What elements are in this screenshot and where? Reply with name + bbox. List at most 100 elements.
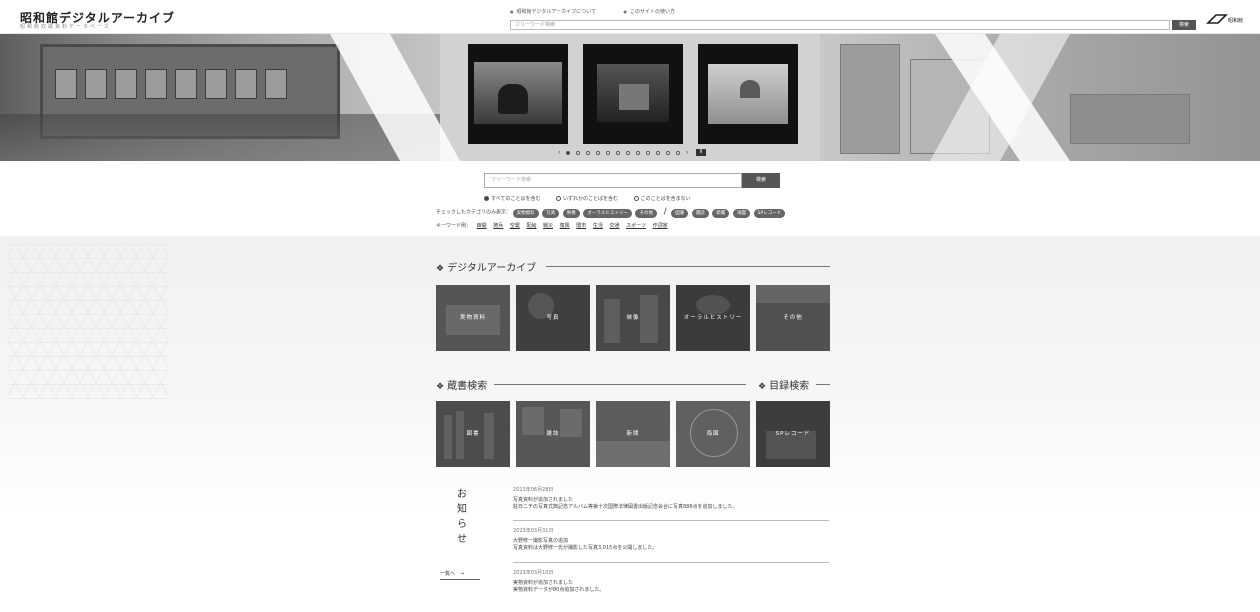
slide-dot[interactable] (666, 151, 670, 155)
slide-thumb-1[interactable] (468, 44, 568, 144)
keyword-link[interactable]: 戦災 (543, 223, 553, 229)
slide-dot[interactable] (626, 151, 630, 155)
radio-unchecked-icon (633, 196, 639, 201)
howto-link[interactable]: このサイトの使い方 (624, 9, 676, 15)
catalog-heading: 目録検索 (758, 377, 809, 392)
category-filter-row: チェックしたカテゴリのみ表示： 実物資料 写真 映像 オーラルヒストリー その他… (436, 207, 787, 218)
slide-thumb-3[interactable] (698, 44, 798, 144)
tile-eizo[interactable]: 映像 (596, 285, 670, 351)
slide-dot[interactable] (676, 151, 680, 155)
tile-label: 新聞 (626, 431, 640, 437)
slide-dot[interactable] (596, 151, 600, 155)
chip-jitsubutsu[interactable]: 実物資料 (512, 208, 539, 218)
site-header: 昭和館デジタルアーカイブ 昭和館収蔵資料データベース 昭和館デジタルアーカイブに… (0, 0, 1260, 34)
news-headline: 写真資料が追加されました (513, 497, 574, 503)
header-search-button[interactable]: 検索 (1172, 20, 1196, 30)
tile-sonota[interactable]: その他 (756, 285, 830, 351)
search-mode-radios: すべてのことばを含む いずれかのことばを含む このことばを含まない (484, 195, 705, 202)
news-headline: 大野修一撮影写真の追加 (513, 538, 569, 544)
tile-kaizu[interactable]: 海図 (676, 401, 750, 467)
slide-dot[interactable] (656, 151, 660, 155)
radio-exclude[interactable]: このことばを含まない (633, 196, 691, 202)
slide-dot[interactable] (606, 151, 610, 155)
tile-label: 実物資料 (459, 315, 486, 321)
news-more-link[interactable]: 一覧へ → (440, 570, 480, 580)
page: 昭和館デジタルアーカイブ 昭和館収蔵資料データベース 昭和館デジタルアーカイブに… (0, 0, 1260, 612)
keyword-link[interactable]: 空襲 (510, 223, 520, 229)
tile-label: 写真 (546, 315, 560, 321)
radio-all[interactable]: すべてのことばを含む (484, 196, 540, 202)
chip-kaizu[interactable]: 海図 (733, 208, 750, 218)
chip-oral-history[interactable]: オーラルヒストリー (583, 208, 632, 218)
radio-checked-icon (484, 196, 489, 201)
news-headline: 実物資料が追加されました (513, 580, 574, 586)
background-pattern (8, 244, 168, 399)
tile-label: 映像 (626, 315, 640, 321)
slide-dot[interactable] (586, 151, 590, 155)
main-search-input[interactable]: フリーワード検索 (484, 173, 742, 188)
chip-sp-record[interactable]: SPレコード (753, 208, 786, 218)
keyword-link[interactable]: 配給 (526, 223, 536, 229)
category-divider: / (663, 207, 667, 217)
chip-tosho[interactable]: 図書 (671, 208, 689, 218)
keyword-examples: キーワード例： 疎開 徴兵 空襲 配給 戦災 復興 闇市 生活 交通 スポーツ … (436, 222, 673, 229)
tile-oral-history[interactable]: オーラルヒストリー (676, 285, 750, 351)
news-item[interactable]: 2023年06月28日 写真資料が追加されました 駐日ニチの写真式典記念アルバム… (513, 487, 829, 511)
library-heading: 蔵書検索 (436, 377, 487, 392)
category-label: チェックしたカテゴリのみ表示： (436, 209, 512, 216)
heading-rule (546, 266, 830, 267)
tile-shashin[interactable]: 写真 (516, 285, 590, 351)
slide-dot[interactable] (576, 151, 580, 155)
about-link[interactable]: 昭和館デジタルアーカイブについて (510, 9, 596, 15)
chip-shashin[interactable]: 写真 (542, 208, 560, 218)
main-search-button[interactable]: 検索 (742, 173, 780, 188)
pause-button[interactable]: II (696, 149, 706, 156)
news-body: 写真資料は大野修一氏が撮影した写真3,015点を公開しました。 (513, 545, 658, 551)
tile-sp-record[interactable]: SPレコード (756, 401, 830, 467)
tile-jitsubutsu[interactable]: 実物資料 (436, 285, 510, 351)
keyword-link[interactable]: 復興 (560, 223, 570, 229)
radio-any[interactable]: いずれかのことばを含む (556, 196, 618, 202)
keyword-link[interactable]: 作詞家 (653, 223, 668, 229)
tile-zasshi[interactable]: 雑誌 (516, 401, 590, 467)
news-title: お知らせ (457, 489, 467, 545)
tile-shinbun[interactable]: 新聞 (596, 401, 670, 467)
news-date: 2023年06月28日 (513, 487, 554, 493)
keyword-link[interactable]: 交通 (609, 223, 619, 229)
slide-dot[interactable] (636, 151, 640, 155)
news-body: 駐日ニチの写真式典記念アルバム等第十次国際法律図書出版記念会合に写真888点を追… (513, 504, 738, 510)
keyword-link[interactable]: スポーツ (626, 223, 646, 229)
tile-tosho[interactable]: 図書 (436, 401, 510, 467)
tile-label: 図書 (466, 431, 480, 437)
news-separator (513, 520, 829, 521)
keyword-link[interactable]: 生活 (593, 223, 603, 229)
tile-label: SPレコード (775, 431, 811, 437)
news-item[interactable]: 2023年03月10日 実物資料が追加されました 実物資料データが80点追加され… (513, 570, 829, 594)
radio-unchecked-icon (556, 196, 562, 201)
slide-dot[interactable] (616, 151, 620, 155)
news-item[interactable]: 2023年03月31日 大野修一撮影写真の追加 写真資料は大野修一氏が撮影した写… (513, 528, 829, 552)
chip-eizo[interactable]: 映像 (562, 208, 580, 218)
logo-text: 昭和館 (1228, 17, 1243, 24)
chip-zasshi[interactable]: 雑誌 (691, 208, 709, 218)
tile-label: 海図 (706, 431, 720, 437)
prev-slide-icon[interactable]: ‹ (558, 149, 560, 156)
header-search-input[interactable]: フリーワード検索 (510, 20, 1170, 30)
keyword-link[interactable]: 徴兵 (493, 223, 503, 229)
heading-rule (816, 384, 830, 385)
next-slide-icon[interactable]: › (686, 149, 688, 156)
slide-thumb-2[interactable] (583, 44, 683, 144)
tile-label: オーラルヒストリー (683, 315, 743, 321)
keyword-link[interactable]: 闇市 (576, 223, 586, 229)
chip-shinbun[interactable]: 新聞 (712, 208, 730, 218)
tile-label: その他 (783, 315, 803, 321)
tile-label: 雑誌 (546, 431, 560, 437)
news-body: 実物資料データが80点追加されました。 (513, 587, 605, 593)
slide-dot[interactable] (646, 151, 650, 155)
slide-dot[interactable] (566, 151, 570, 155)
top-links: 昭和館デジタルアーカイブについて このサイトの使い方 (510, 8, 701, 15)
keyword-link[interactable]: 疎開 (477, 223, 487, 229)
chip-sonota[interactable]: その他 (635, 208, 657, 218)
showakan-logo[interactable]: 昭和館 (1206, 12, 1248, 26)
news-date: 2023年03月31日 (513, 528, 554, 534)
